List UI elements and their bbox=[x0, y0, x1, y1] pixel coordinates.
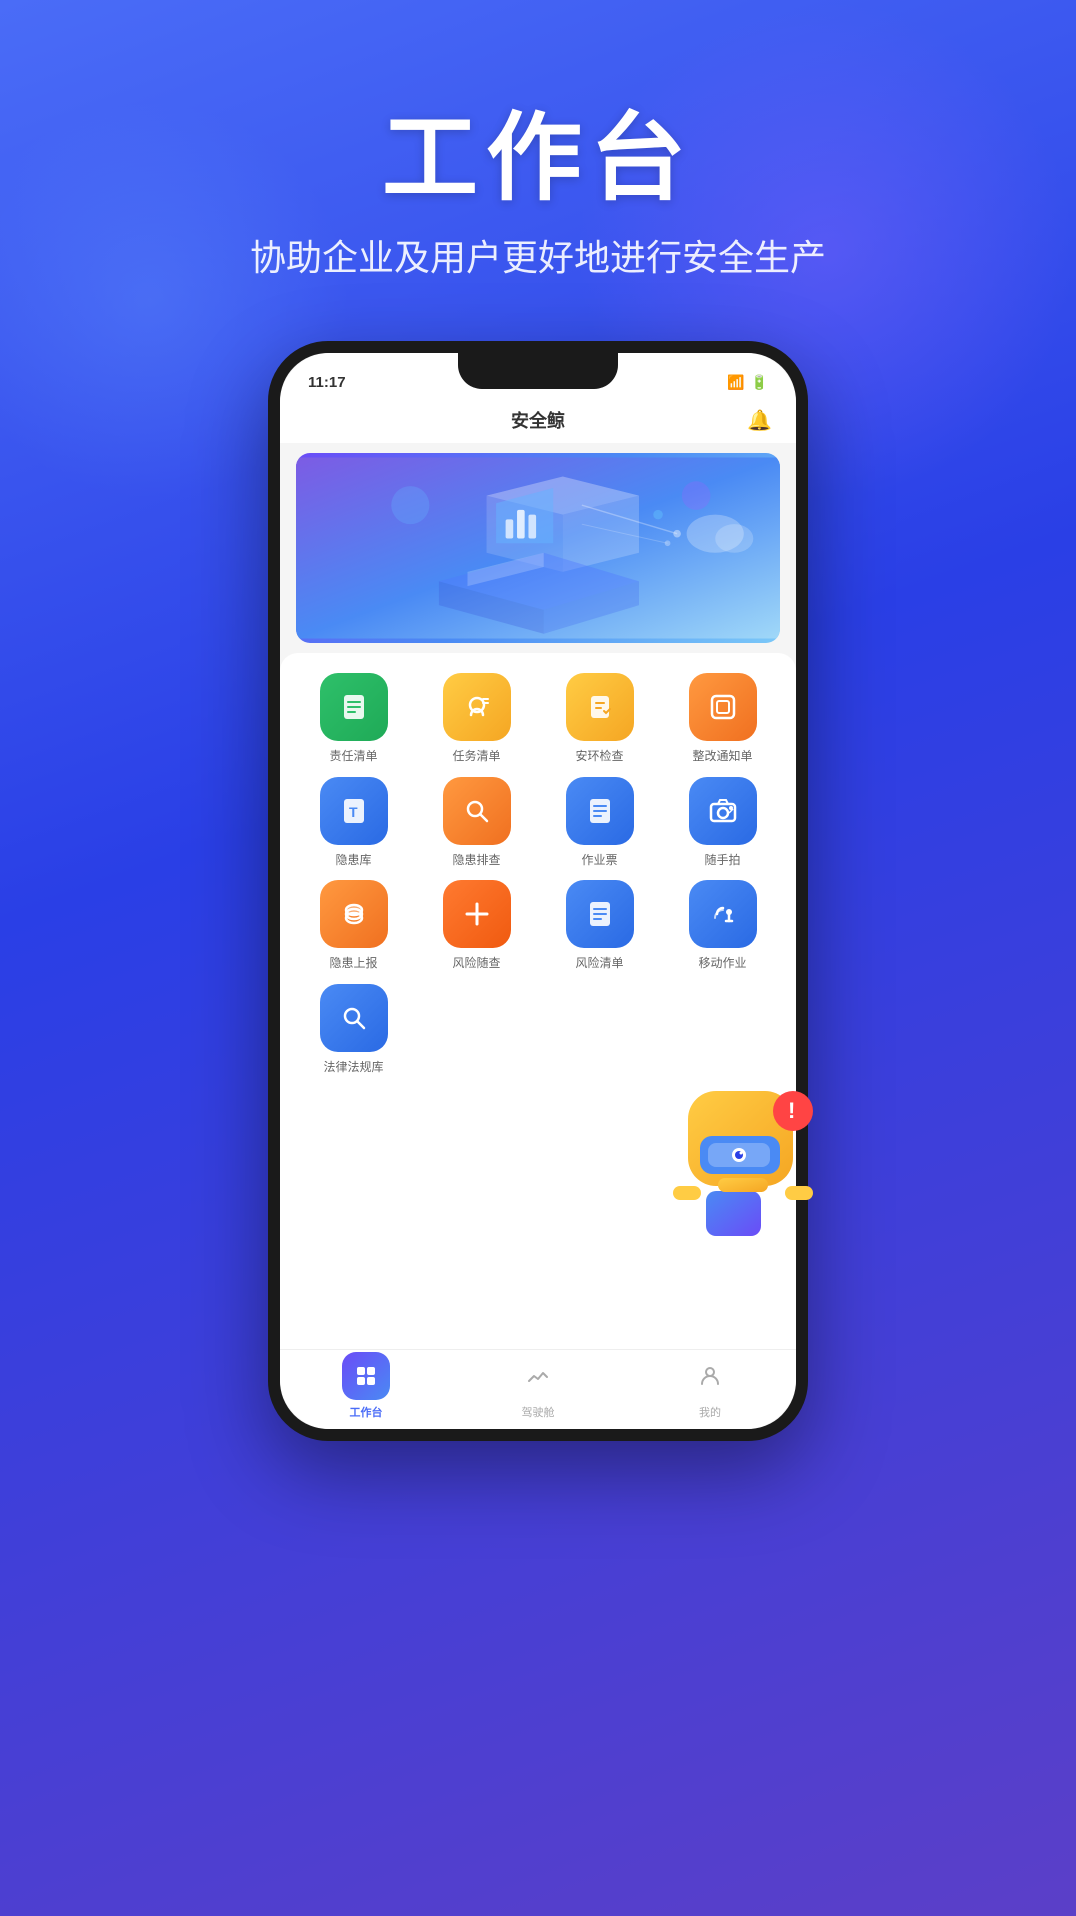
menu-item-task-list[interactable]: 任务清单 bbox=[419, 673, 534, 765]
menu-item-hazard-lib[interactable]: T 隐患库 bbox=[296, 777, 411, 869]
nav-workbench[interactable]: 工作台 bbox=[342, 1352, 390, 1420]
page-title: 工作台 bbox=[250, 80, 826, 219]
nav-dashboard[interactable]: 驾驶舱 bbox=[514, 1352, 562, 1420]
task-list-icon bbox=[443, 673, 511, 741]
profile-icon bbox=[686, 1352, 734, 1400]
dashboard-icon bbox=[514, 1352, 562, 1400]
menu-item-rectify-notice[interactable]: 整改通知单 bbox=[665, 673, 780, 765]
menu-grid-row2: T 隐患库 隐患排查 bbox=[296, 777, 780, 869]
nav-profile[interactable]: 我的 bbox=[686, 1352, 734, 1420]
rectify-notice-icon bbox=[689, 673, 757, 741]
hazard-lib-label: 隐患库 bbox=[335, 853, 371, 869]
hazard-check-icon bbox=[443, 777, 511, 845]
wifi-icon: 📶 bbox=[727, 374, 744, 391]
menu-grid-row1: 责任清单 任务清单 安环检查 bbox=[296, 673, 780, 765]
mascot-svg: ! bbox=[668, 1081, 828, 1281]
app-bar: 安全鲸 🔔 bbox=[280, 397, 796, 443]
quick-photo-icon bbox=[689, 777, 757, 845]
menu-item-law-lib[interactable]: 法律法规库 bbox=[296, 984, 411, 1076]
risk-list-label: 风险清单 bbox=[575, 956, 623, 972]
svg-text:!: ! bbox=[788, 1098, 795, 1123]
battery-icon: 🔋 bbox=[751, 374, 768, 391]
work-ticket-label: 作业票 bbox=[581, 853, 617, 869]
nav-dashboard-label: 驾驶舱 bbox=[522, 1404, 555, 1420]
menu-item-duty-list[interactable]: 责任清单 bbox=[296, 673, 411, 765]
duty-list-label: 责任清单 bbox=[329, 749, 377, 765]
banner bbox=[296, 453, 780, 643]
header-section: 工作台 协助企业及用户更好地进行安全生产 bbox=[250, 80, 826, 281]
menu-item-mobile-work[interactable]: 移动作业 bbox=[665, 880, 780, 972]
nav-profile-label: 我的 bbox=[699, 1404, 721, 1420]
menu-grid-row4: 法律法规库 bbox=[296, 984, 780, 1076]
menu-item-quick-photo[interactable]: 随手拍 bbox=[665, 777, 780, 869]
status-icons: 📶 🔋 bbox=[727, 374, 768, 391]
work-ticket-icon bbox=[566, 777, 634, 845]
menu-item-hazard-check[interactable]: 隐患排查 bbox=[419, 777, 534, 869]
hazard-upload-icon bbox=[320, 880, 388, 948]
svg-text:T: T bbox=[349, 804, 358, 820]
risk-check-icon bbox=[443, 880, 511, 948]
quick-photo-label: 随手拍 bbox=[704, 853, 740, 869]
app-title: 安全鲸 bbox=[511, 407, 565, 433]
notification-icon[interactable]: 🔔 bbox=[747, 408, 772, 433]
law-lib-icon bbox=[320, 984, 388, 1052]
hazard-upload-label: 隐患上报 bbox=[329, 956, 377, 972]
workbench-icon bbox=[342, 1352, 390, 1400]
menu-item-hazard-upload[interactable]: 隐患上报 bbox=[296, 880, 411, 972]
phone-notch bbox=[458, 353, 618, 389]
duty-list-icon bbox=[320, 673, 388, 741]
menu-grid-row3: 隐患上报 风险随查 风险清单 bbox=[296, 880, 780, 972]
mobile-work-label: 移动作业 bbox=[698, 956, 746, 972]
hazard-lib-icon: T bbox=[320, 777, 388, 845]
bottom-nav: 工作台 驾驶舱 我的 bbox=[280, 1349, 796, 1429]
safety-check-label: 安环检查 bbox=[575, 749, 623, 765]
phone-wrapper: 11:17 📶 🔋 安全鲸 🔔 bbox=[268, 341, 808, 1441]
menu-item-risk-check[interactable]: 风险随查 bbox=[419, 880, 534, 972]
risk-check-label: 风险随查 bbox=[452, 956, 500, 972]
banner-illustration bbox=[296, 453, 780, 643]
hazard-check-label: 隐患排查 bbox=[452, 853, 500, 869]
nav-workbench-label: 工作台 bbox=[350, 1404, 383, 1420]
menu-item-work-ticket[interactable]: 作业票 bbox=[542, 777, 657, 869]
risk-list-icon bbox=[566, 880, 634, 948]
menu-item-risk-list[interactable]: 风险清单 bbox=[542, 880, 657, 972]
task-list-label: 任务清单 bbox=[452, 749, 500, 765]
safety-check-icon bbox=[566, 673, 634, 741]
mascot: ! bbox=[668, 1081, 828, 1281]
rectify-notice-label: 整改通知单 bbox=[692, 749, 752, 765]
status-time: 11:17 bbox=[308, 374, 346, 391]
page-subtitle: 协助企业及用户更好地进行安全生产 bbox=[250, 229, 826, 281]
law-lib-label: 法律法规库 bbox=[323, 1060, 383, 1076]
menu-item-safety-check[interactable]: 安环检查 bbox=[542, 673, 657, 765]
mobile-work-icon bbox=[689, 880, 757, 948]
